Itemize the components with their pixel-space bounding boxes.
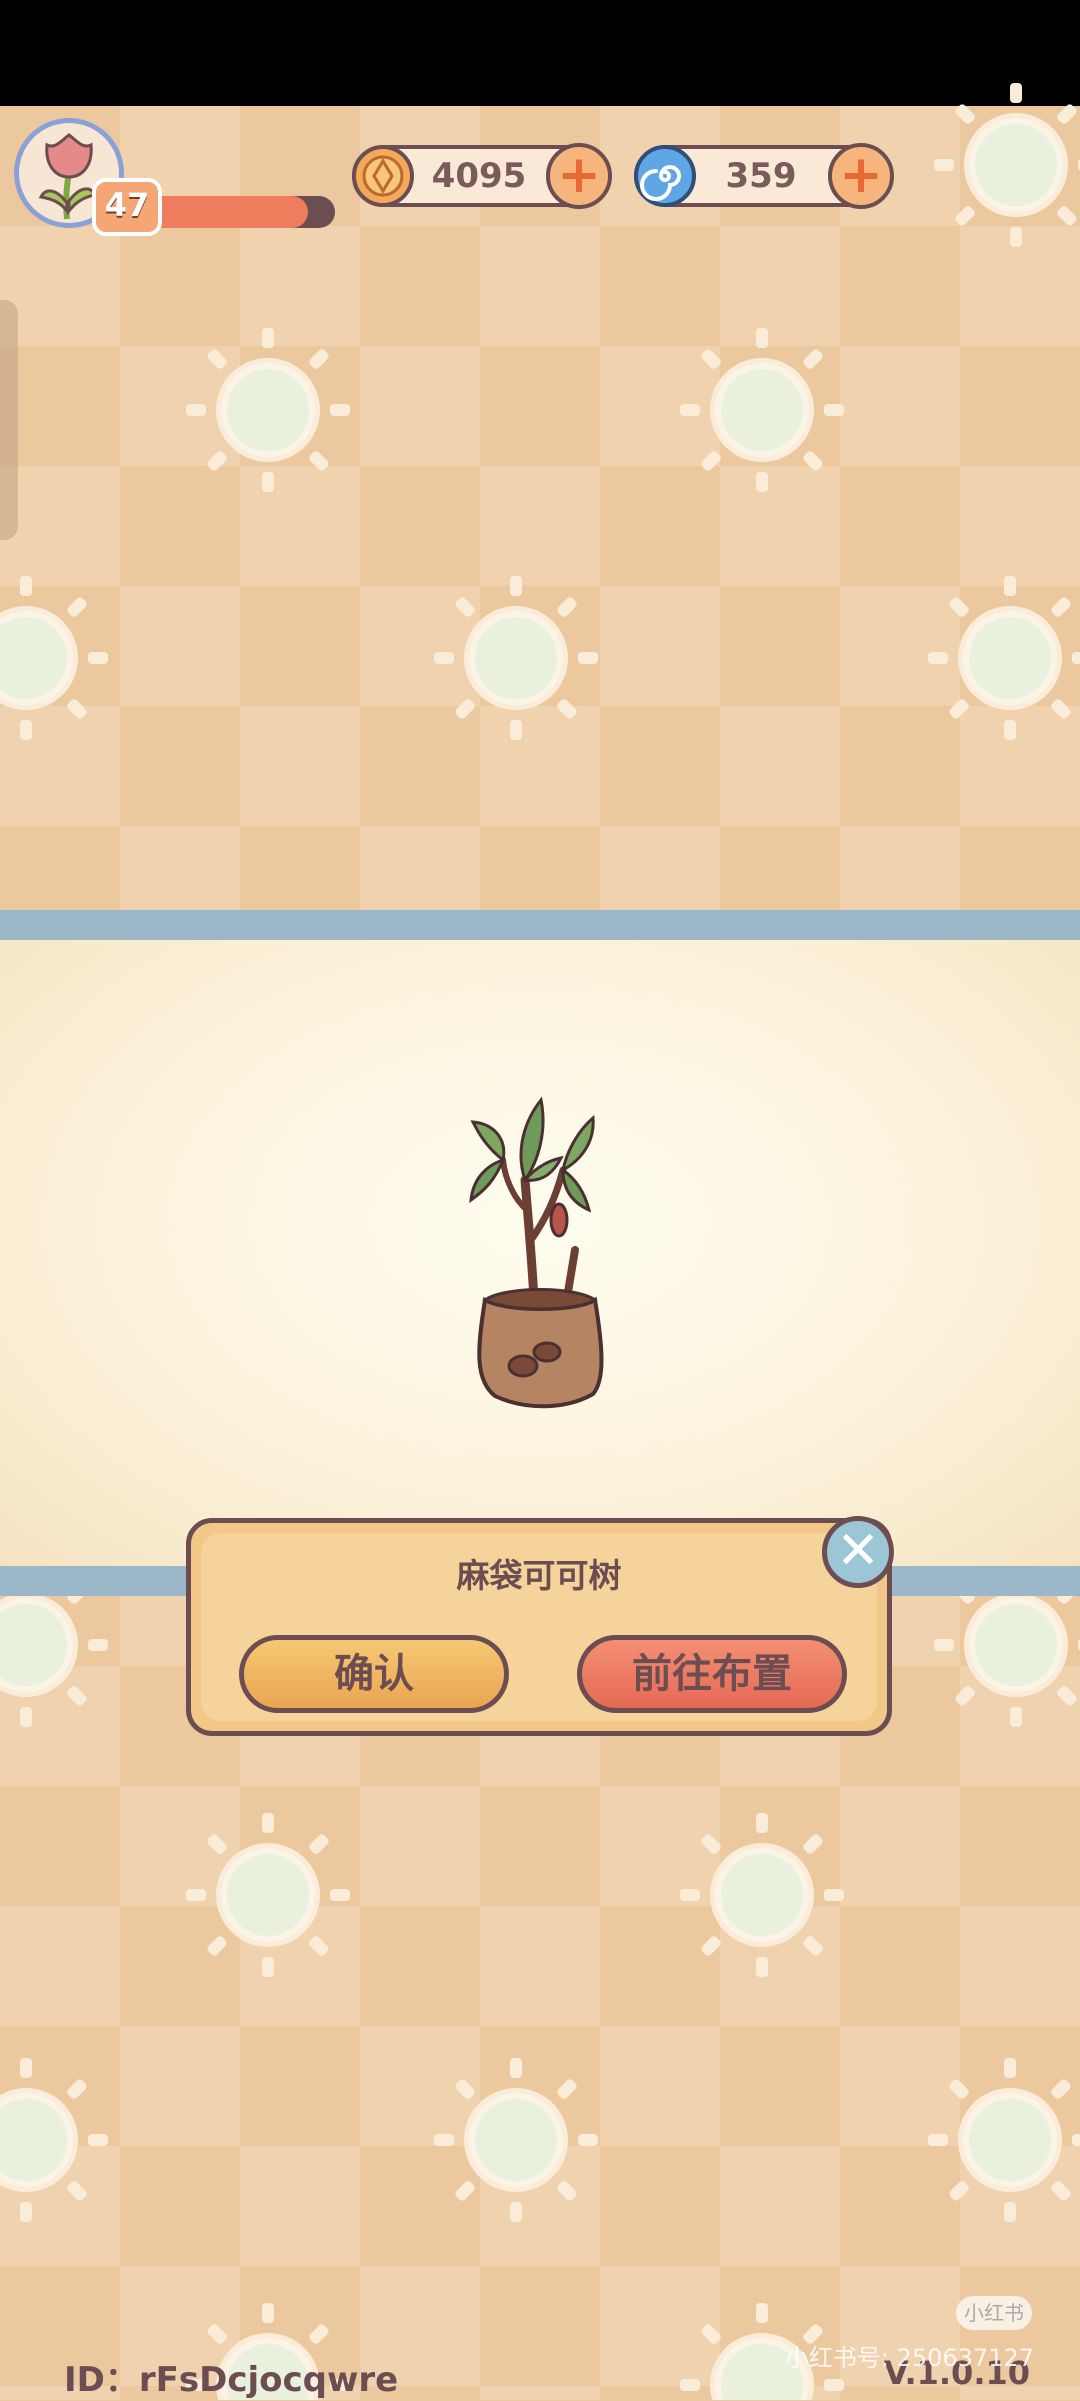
- level-badge: 47: [92, 178, 162, 236]
- sun-icon: [0, 2058, 108, 2222]
- sun-icon: [680, 328, 844, 492]
- sun-icon: [680, 1813, 844, 1977]
- go-place-button[interactable]: 前往布置: [577, 1635, 847, 1713]
- close-icon[interactable]: ✕: [822, 1516, 894, 1588]
- sun-icon: [934, 83, 1080, 247]
- sun-icon: [0, 576, 108, 740]
- sun-icon: [186, 328, 350, 492]
- sun-icon: [434, 576, 598, 740]
- confirm-button[interactable]: 确认: [239, 1635, 509, 1713]
- gem-counter: 359 +: [634, 143, 894, 209]
- panel-top-stripe: [0, 910, 1080, 940]
- sun-icon: [928, 2058, 1080, 2222]
- add-gems-button[interactable]: +: [828, 143, 894, 209]
- gem-amount: 359: [725, 156, 797, 196]
- coin-icon: [352, 145, 414, 207]
- watermark-logo: 小红书: [956, 2296, 1032, 2330]
- xp-progress-fill: [140, 196, 308, 228]
- item-name: 麻袋可可树: [456, 1556, 622, 1595]
- sun-icon: [186, 1813, 350, 1977]
- side-drawer-handle[interactable]: [0, 300, 18, 540]
- player-id: ID：rFsDcjocqwre: [64, 2360, 399, 2400]
- sun-icon: [928, 576, 1080, 740]
- add-coins-button[interactable]: +: [546, 143, 612, 209]
- sun-icon: [434, 2058, 598, 2222]
- cocoa-tree-sack-image: [469, 1096, 604, 1409]
- coin-counter: 4095 +: [352, 143, 612, 209]
- reward-dialog: 麻袋可可树 确认 前往布置: [186, 1518, 892, 1736]
- spiral-gem-icon: [634, 145, 696, 207]
- xp-progress-bar: [140, 196, 335, 228]
- watermark-text: 小红书号: 250637127: [784, 2344, 1034, 2372]
- coin-amount: 4095: [431, 156, 527, 196]
